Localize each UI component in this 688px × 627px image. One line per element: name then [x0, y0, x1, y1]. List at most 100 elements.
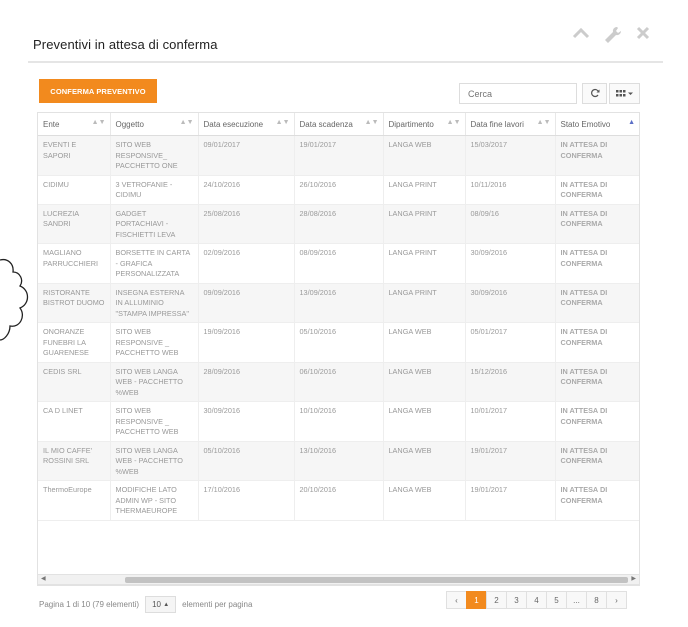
- page-prev-button[interactable]: ‹: [446, 591, 467, 609]
- column-header-oggetto[interactable]: Oggetto ▲▼: [110, 113, 199, 136]
- column-header-data-fine-lavori[interactable]: Data fine lavori ▲▼: [465, 113, 556, 136]
- page-button-1[interactable]: 1: [466, 591, 487, 609]
- cell-data-fine-lavori: 15/12/2016: [465, 362, 556, 402]
- page-info-text: Pagina 1 di 10 (79 elementi): [39, 600, 140, 609]
- cell-data-fine-lavori: 05/01/2017: [465, 322, 556, 363]
- cell-ente: ONORANZE FUNEBRI LA GUARENESE: [38, 322, 111, 363]
- sort-icon: ▲▼: [91, 119, 106, 126]
- grid-icon: [615, 85, 634, 103]
- cell-ente: RISTORANTE BISTROT DUOMO: [38, 283, 111, 323]
- scroll-right-icon[interactable]: ▶: [631, 575, 636, 584]
- column-header-data-scadenza[interactable]: Data scadenza ▲▼: [294, 113, 384, 136]
- sort-icon: ▲▼: [364, 119, 379, 126]
- confirm-quote-button[interactable]: CONFERMA PREVENTIVO: [39, 79, 157, 103]
- cell-stato: IN ATTESA DI CONFERMA: [555, 362, 639, 402]
- cell-data-fine-lavori: 15/03/2017: [465, 135, 556, 176]
- cell-data-esecuzione: 02/09/2016: [198, 243, 295, 284]
- sort-icon: ▲▼: [536, 119, 551, 126]
- cell-data-fine-lavori: 08/09/16: [465, 204, 556, 244]
- search-input[interactable]: [459, 83, 577, 104]
- column-header-dipartimento[interactable]: Dipartimento ▲▼: [383, 113, 466, 136]
- cell-ente: EVENTI E SAPORI: [38, 135, 111, 176]
- page-ellipsis: ...: [566, 591, 587, 609]
- pagination: ‹ 1 2 3 4 5 ... 8 ›: [446, 591, 627, 609]
- cell-data-esecuzione: 09/09/2016: [198, 283, 295, 323]
- caret-up-icon: ▲: [163, 601, 170, 608]
- table-row[interactable]: IL MIO CAFFE' ROSSINI SRL SITO WEB LANGA…: [38, 441, 639, 481]
- table-row[interactable]: CIDIMU 3 VETROFANIE - CIDIMU 24/10/2016 …: [38, 175, 639, 205]
- horizontal-scrollbar[interactable]: ◀ ▶: [37, 574, 640, 585]
- cell-dipartimento: LANGA WEB: [383, 401, 466, 442]
- column-header-ente[interactable]: Ente ▲▼: [38, 113, 111, 136]
- cell-dipartimento: LANGA WEB: [383, 322, 466, 363]
- cell-oggetto: SITO WEB RESPONSIVE _ PACCHETTO WEB: [110, 322, 199, 363]
- cell-data-scadenza: 08/09/2016: [294, 243, 384, 284]
- cell-stato: IN ATTESA DI CONFERMA: [555, 480, 639, 521]
- page-button-2[interactable]: 2: [486, 591, 507, 609]
- cell-oggetto: SITO WEB RESPONSIVE_ PACCHETTO ONE: [110, 135, 199, 176]
- cell-stato: IN ATTESA DI CONFERMA: [555, 135, 639, 176]
- cell-dipartimento: LANGA PRINT: [383, 175, 466, 205]
- cell-dipartimento: LANGA PRINT: [383, 204, 466, 244]
- scrollbar-thumb[interactable]: [125, 577, 628, 583]
- cell-ente: LUCREZIA SANDRI: [38, 204, 111, 244]
- columns-toggle-button[interactable]: [609, 83, 640, 104]
- scroll-left-icon[interactable]: ◀: [41, 575, 46, 584]
- cell-data-scadenza: 10/10/2016: [294, 401, 384, 442]
- cell-data-scadenza: 06/10/2016: [294, 362, 384, 402]
- close-icon[interactable]: [636, 26, 650, 44]
- table-row[interactable]: CA D LINET SITO WEB RESPONSIVE _ PACCHET…: [38, 401, 639, 442]
- cell-oggetto: BORSETTE IN CARTA - GRAFICA PERSONALIZZA…: [110, 243, 199, 284]
- page-size-select[interactable]: 10 ▲: [145, 596, 177, 613]
- cell-data-esecuzione: 30/09/2016: [198, 401, 295, 442]
- cell-data-scadenza: 13/09/2016: [294, 283, 384, 323]
- table-row[interactable]: CEDIS Srl SITO WEB LANGA WEB - PACCHETTO…: [38, 362, 639, 402]
- table-row[interactable]: LUCREZIA SANDRI GADGET PORTACHIAVI - FIS…: [38, 204, 639, 244]
- cell-oggetto: INSEGNA ESTERNA IN ALLUMINIO "STAMPA IMP…: [110, 283, 199, 323]
- cell-dipartimento: LANGA PRINT: [383, 243, 466, 284]
- table-row[interactable]: RISTORANTE BISTROT DUOMO INSEGNA ESTERNA…: [38, 283, 639, 323]
- page-next-button[interactable]: ›: [606, 591, 627, 609]
- cell-oggetto: SITO WEB LANGA WEB - PACCHETTO %WEB: [110, 362, 199, 402]
- column-header-data-esecuzione[interactable]: Data esecuzione ▲▼: [198, 113, 295, 136]
- cell-dipartimento: LANGA PRINT: [383, 283, 466, 323]
- cell-data-fine-lavori: 30/09/2016: [465, 243, 556, 284]
- cell-data-fine-lavori: 30/09/2016: [465, 283, 556, 323]
- cell-dipartimento: LANGA WEB: [383, 480, 466, 521]
- column-header-stato-emotivo[interactable]: Stato Emotivo ▲: [555, 113, 639, 136]
- cell-data-scadenza: 13/10/2016: [294, 441, 384, 481]
- page-button-5[interactable]: 5: [546, 591, 567, 609]
- table-row[interactable]: EVENTI E SAPORI SITO WEB RESPONSIVE_ PAC…: [38, 135, 639, 176]
- cell-data-scadenza: 28/08/2016: [294, 204, 384, 244]
- table-header-row: Ente ▲▼ Oggetto ▲▼ Data esecuzione ▲▼ Data …: [38, 113, 639, 136]
- cell-dipartimento: LANGA WEB: [383, 362, 466, 402]
- cell-stato: IN ATTESA DI CONFERMA: [555, 401, 639, 442]
- wrench-icon[interactable]: [604, 26, 622, 44]
- page-button-3[interactable]: 3: [506, 591, 527, 609]
- table-body: EVENTI E SAPORI SITO WEB RESPONSIVE_ PAC…: [38, 135, 639, 521]
- page-button-4[interactable]: 4: [526, 591, 547, 609]
- cell-data-fine-lavori: 10/11/2016: [465, 175, 556, 205]
- quotes-table: Ente ▲▼ Oggetto ▲▼ Data esecuzione ▲▼ Data …: [37, 112, 640, 586]
- sort-icon: ▲▼: [179, 119, 194, 126]
- cell-data-scadenza: 20/10/2016: [294, 480, 384, 521]
- cell-oggetto: 3 VETROFANIE - CIDIMU: [110, 175, 199, 205]
- table-row[interactable]: ONORANZE FUNEBRI LA GUARENESE SITO WEB R…: [38, 322, 639, 363]
- cell-stato: IN ATTESA DI CONFERMA: [555, 283, 639, 323]
- cell-ente: MAGLIANO PARRUCCHIERI: [38, 243, 111, 284]
- cell-data-esecuzione: 09/01/2017: [198, 135, 295, 176]
- cell-stato: IN ATTESA DI CONFERMA: [555, 243, 639, 284]
- panel: Preventivi in attesa di conferma CONFERM…: [0, 0, 688, 627]
- cell-stato: IN ATTESA DI CONFERMA: [555, 175, 639, 205]
- cell-data-scadenza: 19/01/2017: [294, 135, 384, 176]
- page-button-8[interactable]: 8: [586, 591, 607, 609]
- sort-icon: ▲▼: [275, 119, 290, 126]
- cell-data-esecuzione: 24/10/2016: [198, 175, 295, 205]
- refresh-icon: [590, 85, 600, 103]
- table-row[interactable]: ThermoEurope MODIFICHE LATO ADMIN WP - S…: [38, 480, 639, 521]
- chevron-up-icon[interactable]: [572, 26, 590, 44]
- cell-data-scadenza: 26/10/2016: [294, 175, 384, 205]
- refresh-button[interactable]: [582, 83, 607, 104]
- page-size-value: 10: [152, 600, 161, 609]
- table-row[interactable]: MAGLIANO PARRUCCHIERI BORSETTE IN CARTA …: [38, 243, 639, 284]
